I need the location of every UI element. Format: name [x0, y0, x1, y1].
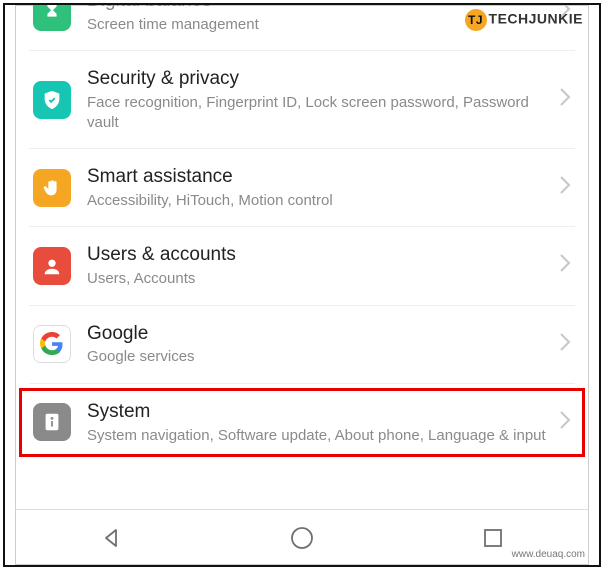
- row-sub: Google services: [87, 347, 549, 367]
- row-title: Security & privacy: [87, 67, 549, 91]
- chevron-right-icon: [559, 87, 571, 112]
- chevron-right-icon: [559, 175, 571, 200]
- chevron-right-icon: [559, 253, 571, 278]
- row-google[interactable]: Google Google services: [29, 306, 575, 384]
- row-smart-assistance[interactable]: Smart assistance Accessibility, HiTouch,…: [29, 149, 575, 227]
- settings-list: Digital balance Screen time management S…: [15, 5, 589, 509]
- nav-back-button[interactable]: [81, 518, 141, 558]
- row-sub: System navigation, Software update, Abou…: [87, 426, 549, 446]
- row-sub: Users, Accounts: [87, 269, 549, 289]
- info-icon: [33, 403, 71, 441]
- row-title: Smart assistance: [87, 165, 549, 189]
- row-title: System: [87, 400, 549, 424]
- hourglass-icon: [33, 5, 71, 31]
- row-system[interactable]: System System navigation, Software updat…: [29, 384, 575, 461]
- row-sub: Accessibility, HiTouch, Motion control: [87, 191, 549, 211]
- watermark-bottom: www.deuaq.com: [512, 549, 585, 560]
- nav-home-button[interactable]: [272, 518, 332, 558]
- row-title: Users & accounts: [87, 243, 549, 267]
- watermark-top: TJTECHJUNKIE: [465, 9, 583, 31]
- watermark-badge: TJ: [465, 9, 487, 31]
- settings-screen: Digital balance Screen time management S…: [15, 5, 589, 565]
- chevron-right-icon: [559, 410, 571, 435]
- google-icon: [33, 325, 71, 363]
- watermark-top-text: TECHJUNKIE: [489, 11, 583, 27]
- chevron-right-icon: [559, 332, 571, 357]
- hand-icon: [33, 169, 71, 207]
- row-title: Google: [87, 322, 549, 346]
- row-security-privacy[interactable]: Security & privacy Face recognition, Fin…: [29, 51, 575, 149]
- shield-icon: [33, 81, 71, 119]
- android-navbar: [15, 509, 589, 565]
- user-icon: [33, 247, 71, 285]
- row-sub: Face recognition, Fingerprint ID, Lock s…: [87, 93, 549, 132]
- row-users-accounts[interactable]: Users & accounts Users, Accounts: [29, 227, 575, 305]
